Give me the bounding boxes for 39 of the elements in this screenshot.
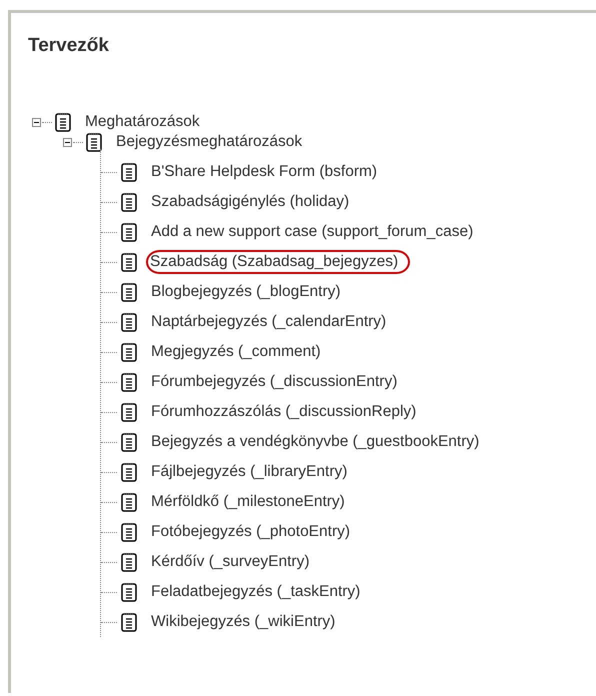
tree-item[interactable]: Meghatározások [82, 111, 203, 133]
tree-item[interactable]: Blogbejegyzés (_blogEntry) [148, 281, 344, 303]
document-icon [121, 282, 137, 302]
tree-item[interactable]: Szabadság (Szabadsag_bejegyzes) [146, 250, 410, 274]
document-icon [121, 462, 137, 482]
tree-item[interactable]: Mérföldkő (_milestoneEntry) [148, 491, 348, 513]
document-icon [121, 582, 137, 602]
tree-item[interactable]: Bejegyzésmeghatározások [113, 131, 306, 153]
tree-item[interactable]: B'Share Helpdesk Form (bsform) [148, 161, 380, 183]
tree-item[interactable]: Fotóbejegyzés (_photoEntry) [148, 521, 354, 543]
document-icon [121, 252, 137, 272]
document-icon [121, 162, 137, 182]
document-icon [121, 222, 137, 242]
toggle-icon[interactable] [32, 118, 41, 126]
tree-item[interactable]: Fórumbejegyzés (_discussionEntry) [148, 371, 400, 393]
tree-item[interactable]: Naptárbejegyzés (_calendarEntry) [148, 311, 390, 333]
tree-item[interactable]: Kérdőív (_surveyEntry) [148, 551, 312, 573]
tree-item[interactable]: Fórumhozzászólás (_discussionReply) [148, 401, 420, 423]
document-icon [121, 372, 137, 392]
document-icon [55, 112, 71, 132]
tree-item[interactable]: Fájlbejegyzés (_libraryEntry) [148, 461, 350, 483]
tree-item[interactable]: Megjegyzés (_comment) [148, 341, 324, 363]
panel-title: Tervezők [27, 34, 110, 58]
document-icon [121, 552, 137, 572]
document-icon [121, 192, 137, 212]
tree-item[interactable]: Szabadságigénylés (holiday) [148, 191, 352, 213]
tree-item[interactable]: Bejegyzés a vendégkönyvbe (_guestbookEntry) [148, 431, 482, 453]
tree-item[interactable]: Add a new support case (support_forum_case) [148, 221, 476, 243]
document-icon [121, 492, 137, 512]
document-icon [121, 522, 137, 542]
toggle-icon[interactable] [63, 138, 72, 146]
document-icon [121, 312, 137, 332]
tree-item[interactable]: Feladatbejegyzés (_taskEntry) [148, 581, 364, 603]
document-icon [121, 432, 137, 452]
document-icon [86, 132, 102, 152]
tree-item[interactable]: Wikibejegyzés (_wikiEntry) [148, 611, 338, 633]
document-icon [121, 342, 137, 362]
document-icon [121, 612, 137, 632]
document-icon [121, 402, 137, 422]
